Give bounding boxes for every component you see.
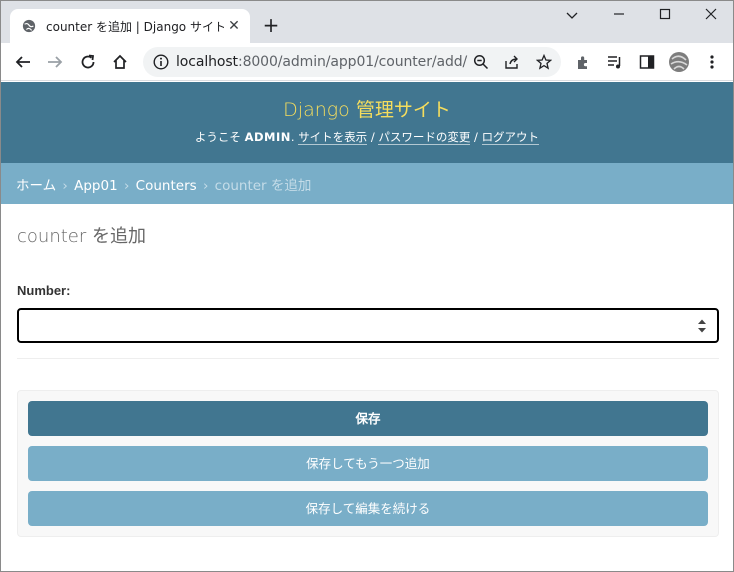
breadcrumb-app[interactable]: App01 [74, 178, 118, 194]
site-branding[interactable]: Django 管理サイト [1, 95, 733, 122]
logout-link[interactable]: ログアウト [481, 130, 540, 145]
chevron-down-icon[interactable] [557, 5, 587, 27]
side-panel-icon[interactable] [636, 51, 658, 73]
view-site-link[interactable]: サイトを表示 [298, 130, 368, 145]
welcome-text: ようこそ [194, 130, 241, 144]
avatar[interactable] [668, 51, 690, 73]
share-icon[interactable] [501, 51, 523, 73]
reload-icon[interactable] [77, 51, 99, 73]
bookmark-star-icon[interactable] [533, 51, 555, 73]
browser-window: counter を追加 | Django サイト管理 ✕ + [0, 0, 734, 572]
info-icon[interactable] [153, 54, 169, 70]
save-and-add-another-button[interactable]: 保存してもう一つ追加 [28, 446, 708, 481]
breadcrumb-model[interactable]: Counters [136, 178, 197, 194]
site-header: Django 管理サイト ようこそ ADMIN. サイトを表示 / パスワードの… [1, 82, 733, 163]
save-and-continue-button[interactable]: 保存して編集を続ける [28, 491, 708, 526]
browser-tab[interactable]: counter を追加 | Django サイト管理 ✕ [10, 9, 250, 43]
separator: / [474, 130, 478, 144]
change-password-link[interactable]: パスワードの変更 [378, 130, 471, 145]
minimize-icon[interactable] [604, 5, 634, 27]
close-window-icon[interactable] [696, 5, 726, 27]
breadcrumb-home[interactable]: ホーム [16, 178, 56, 194]
url-text[interactable]: localhost:8000/admin/app01/counter/add/ [176, 54, 467, 70]
number-input[interactable] [17, 308, 719, 343]
divider [17, 358, 719, 359]
save-button[interactable]: 保存 [28, 401, 708, 436]
maximize-icon[interactable] [650, 5, 680, 27]
zoom-icon[interactable] [470, 51, 492, 73]
forward-icon[interactable] [44, 51, 66, 73]
home-icon[interactable] [109, 51, 131, 73]
media-queue-icon[interactable] [604, 51, 626, 73]
browser-toolbar: localhost:8000/admin/app01/counter/add/ [1, 43, 733, 81]
breadcrumb-separator: › [62, 178, 68, 194]
number-field-label: Number: [17, 283, 71, 298]
tab-title: counter を追加 | Django サイト管理 [46, 20, 224, 34]
breadcrumb: ホーム › App01 › Counters › counter を追加 [1, 163, 733, 204]
extensions-icon[interactable] [572, 51, 594, 73]
submit-row: 保存 保存してもう一つ追加 保存して編集を続ける [17, 390, 719, 537]
url-path: :8000/admin/app01/counter/add/ [237, 54, 468, 70]
breadcrumb-current: counter を追加 [214, 178, 312, 194]
breadcrumb-separator: › [202, 178, 209, 194]
username: ADMIN [244, 130, 291, 144]
tab-strip: counter を追加 | Django サイト管理 ✕ + [1, 1, 733, 43]
more-menu-icon[interactable] [701, 51, 723, 73]
new-tab-button[interactable]: + [261, 15, 281, 35]
spinner-icon[interactable] [697, 318, 707, 334]
address-bar[interactable]: localhost:8000/admin/app01/counter/add/ [143, 47, 561, 77]
user-tools: ようこそ ADMIN. サイトを表示 / パスワードの変更 / ログアウト [194, 130, 540, 145]
globe-icon [22, 19, 36, 33]
close-tab-icon[interactable]: ✕ [226, 18, 242, 34]
breadcrumb-separator: › [123, 178, 130, 194]
page-title: counter を追加 [17, 226, 146, 247]
back-icon[interactable] [12, 51, 34, 73]
separator: / [370, 130, 375, 144]
url-host: localhost [176, 54, 238, 70]
